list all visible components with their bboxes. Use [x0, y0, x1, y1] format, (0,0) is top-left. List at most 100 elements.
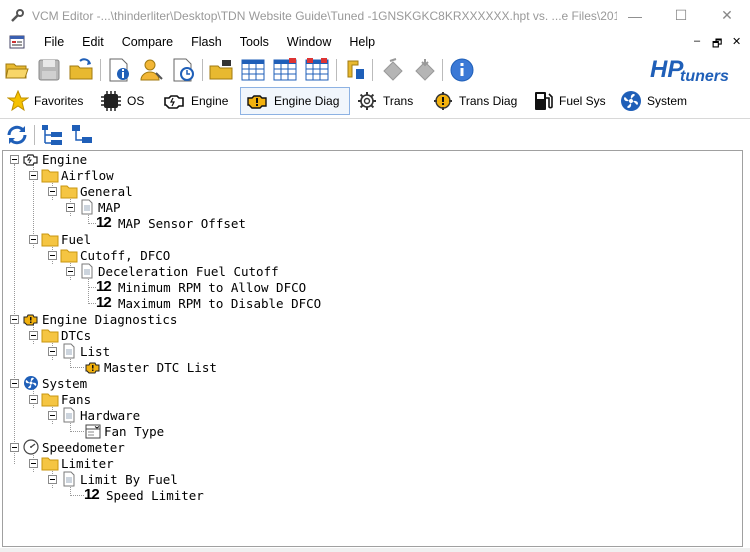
tree-connector	[70, 431, 84, 432]
tree-node-cutoff-dfco[interactable]: Cutoff, DFCO	[60, 247, 170, 263]
file-history-icon[interactable]	[170, 57, 196, 83]
expand-all-icon[interactable]	[40, 123, 64, 147]
minimize-button[interactable]: —	[612, 0, 658, 31]
tree-node-fans[interactable]: Fans	[41, 391, 91, 407]
menu-tools[interactable]: Tools	[231, 31, 278, 53]
collapse-toggle[interactable]	[10, 155, 19, 164]
maximize-button[interactable]: ☐	[658, 0, 704, 31]
tree-node-limiter[interactable]: Limiter	[41, 455, 114, 471]
node-label: Master DTC List	[104, 359, 217, 375]
node-label: General	[80, 183, 133, 199]
mdi-restore-button[interactable]: 🗗	[712, 35, 722, 54]
tree-node-map-sensor-offset[interactable]: 12 MAP Sensor Offset	[96, 215, 246, 231]
tree-node-hardware[interactable]: Hardware	[60, 407, 140, 423]
tree-node-dtcs[interactable]: DTCs	[41, 327, 91, 343]
refresh-icon[interactable]	[5, 123, 29, 147]
collapse-toggle[interactable]	[48, 475, 57, 484]
collapse-toggle[interactable]	[66, 203, 75, 212]
toolbar-separator	[336, 59, 337, 81]
collapse-toggle[interactable]	[48, 187, 57, 196]
collapse-toggle[interactable]	[29, 459, 38, 468]
collapse-toggle[interactable]	[10, 443, 19, 452]
tree-node-map[interactable]: MAP	[78, 199, 121, 215]
menu-edit[interactable]: Edit	[73, 31, 113, 53]
folder-up-icon[interactable]	[68, 57, 94, 83]
tree-node-system[interactable]: System	[22, 375, 87, 391]
category-tabs: Favorites OS Engine Engine Diag Trans Tr…	[0, 86, 750, 116]
folder-icon	[41, 457, 59, 471]
tree-node-decel-fuel-cutoff[interactable]: Deceleration Fuel Cutoff	[78, 263, 279, 279]
collapse-toggle[interactable]	[10, 315, 19, 324]
menu-flash[interactable]: Flash	[182, 31, 231, 53]
tree-node-speed-limiter[interactable]: 12 Speed Limiter	[84, 487, 204, 503]
collapse-toggle[interactable]	[29, 395, 38, 404]
tree-node-engine-diagnostics[interactable]: Engine Diagnostics	[22, 311, 177, 327]
collapse-toggle[interactable]	[48, 251, 57, 260]
collapse-toggle[interactable]	[29, 235, 38, 244]
close-button[interactable]: ✕	[704, 0, 750, 31]
user-key-icon[interactable]	[138, 57, 164, 83]
node-label: Speedometer	[42, 439, 125, 455]
collapse-toggle[interactable]	[48, 411, 57, 420]
tree-node-list[interactable]: List	[60, 343, 110, 359]
tab-trans-diag[interactable]: Trans Diag	[428, 87, 517, 115]
tab-os[interactable]: OS	[96, 87, 144, 115]
tab-engine-diag[interactable]: Engine Diag	[240, 87, 350, 115]
tree-node-speedometer[interactable]: Speedometer	[22, 439, 125, 455]
tree-node-fuel[interactable]: Fuel	[41, 231, 91, 247]
open-folder-icon[interactable]	[4, 57, 30, 83]
collapse-all-icon[interactable]	[70, 123, 94, 147]
toolbar-separator	[100, 59, 101, 81]
collapse-toggle[interactable]	[48, 347, 57, 356]
gear-icon	[358, 92, 376, 110]
engine-icon	[23, 154, 38, 166]
mdi-close-button[interactable]: ✕	[732, 35, 741, 48]
tree-node-limit-by-fuel[interactable]: Limit By Fuel	[60, 471, 178, 487]
tree-node-general[interactable]: General	[60, 183, 133, 199]
read-vehicle-icon[interactable]	[380, 57, 406, 83]
tree-node-master-dtc-list[interactable]: Master DTC List	[84, 359, 217, 375]
node-label: DTCs	[61, 327, 92, 343]
tree-node-min-rpm-dfco[interactable]: 12 Minimum RPM to Allow DFCO	[96, 279, 306, 295]
toolbar-separator	[202, 59, 203, 81]
node-label: MAP Sensor Offset	[118, 215, 246, 231]
tree-node-engine[interactable]: Engine	[22, 151, 87, 167]
save-icon[interactable]	[36, 57, 62, 83]
node-label: Limiter	[61, 455, 114, 471]
collapse-toggle[interactable]	[10, 379, 19, 388]
tree-node-max-rpm-dfco[interactable]: 12 Maximum RPM to Disable DFCO	[96, 295, 321, 311]
table-diff-icon[interactable]	[304, 57, 330, 83]
info-icon[interactable]	[449, 57, 475, 83]
tab-engine[interactable]: Engine	[158, 87, 228, 115]
table-compare-icon[interactable]	[272, 57, 298, 83]
tab-label: OS	[127, 94, 145, 108]
parameter-tree[interactable]: Engine Airflow General MAP 12 MAP Sensor…	[2, 150, 743, 547]
mdi-minimize-button[interactable]: –	[694, 35, 700, 47]
document-window-icon[interactable]	[9, 34, 25, 50]
tree-node-airflow[interactable]: Airflow	[41, 167, 114, 183]
tab-system[interactable]: System	[616, 87, 687, 115]
node-label: Airflow	[61, 167, 114, 183]
tree-node-fan-type[interactable]: Fan Type	[84, 423, 164, 439]
hptuners-logo: HP tuners	[650, 56, 729, 84]
open-compare-icon[interactable]	[208, 57, 234, 83]
tree-connector	[14, 164, 15, 464]
table-icon[interactable]	[240, 57, 266, 83]
tab-trans[interactable]: Trans	[352, 87, 413, 115]
write-vehicle-icon[interactable]	[412, 57, 438, 83]
node-label: Engine Diagnostics	[42, 311, 178, 327]
file-info-icon[interactable]	[106, 57, 132, 83]
collapse-toggle[interactable]	[66, 267, 75, 276]
tree-connector	[70, 367, 84, 368]
menu-window[interactable]: Window	[278, 31, 340, 53]
tab-label: Trans	[383, 94, 414, 108]
swap-file-icon[interactable]	[342, 57, 368, 83]
tab-fuel-sys[interactable]: Fuel Sys	[528, 87, 606, 115]
collapse-toggle[interactable]	[29, 171, 38, 180]
collapse-toggle[interactable]	[29, 331, 38, 340]
menu-file[interactable]: File	[35, 31, 73, 53]
menu-compare[interactable]: Compare	[113, 31, 182, 53]
folder-icon	[41, 393, 59, 407]
menu-help[interactable]: Help	[340, 31, 384, 53]
tab-favorites[interactable]: Favorites	[3, 87, 83, 115]
